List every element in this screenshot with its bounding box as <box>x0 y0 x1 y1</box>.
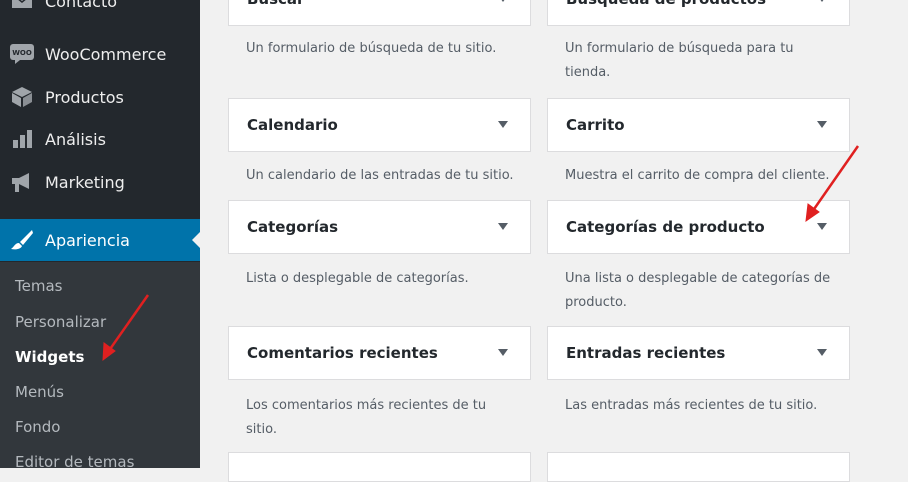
annotation-arrow-categorias-de-producto <box>805 145 860 223</box>
annotation-arrows <box>102 145 860 362</box>
annotation-arrow-widgets <box>102 294 150 362</box>
